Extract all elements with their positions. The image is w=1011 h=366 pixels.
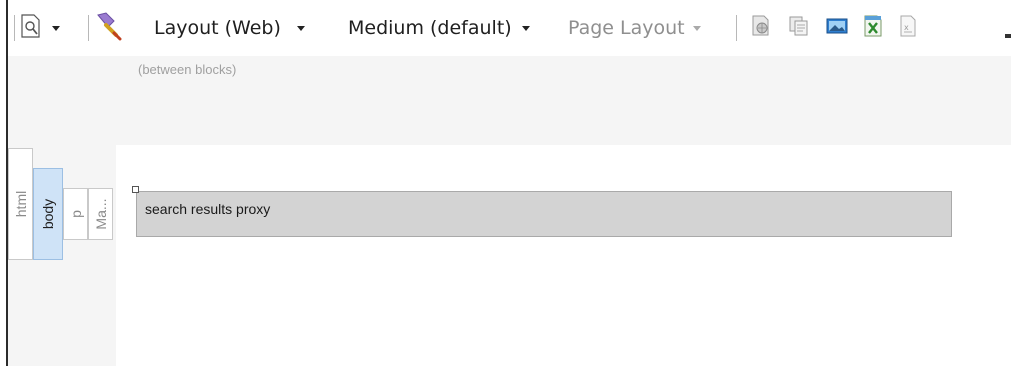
block-resize-handle[interactable] <box>132 186 139 193</box>
web-page-icon <box>750 15 772 42</box>
toolbar-separator <box>736 15 737 41</box>
search-results-proxy-block[interactable]: search results proxy <box>136 191 952 237</box>
page-preview-button[interactable] <box>20 10 60 46</box>
chevron-down-icon <box>521 25 530 31</box>
layout-dropdown[interactable]: Layout (Web) <box>154 10 305 46</box>
style-brush-button[interactable] <box>94 10 126 46</box>
toolbar: Layout (Web) Medium (default) Page Layou… <box>8 0 1011 56</box>
chevron-down-icon <box>692 25 701 31</box>
image-button[interactable] <box>826 10 848 46</box>
excel-file-icon: x <box>898 15 918 42</box>
page-layout-label: Page Layout <box>568 17 685 39</box>
copy-page-button[interactable] <box>788 10 810 46</box>
excel-file-button[interactable]: x <box>898 10 918 46</box>
between-blocks-hint: (between blocks) <box>138 62 237 77</box>
size-label: Medium (default) <box>348 17 512 39</box>
breadcrumb-ma[interactable]: Ma... <box>88 188 113 240</box>
layout-label: Layout (Web) <box>154 17 281 39</box>
breadcrumb-p[interactable]: p <box>63 188 88 240</box>
toolbar-overflow-icon[interactable] <box>1005 34 1011 38</box>
copy-page-icon <box>788 15 810 42</box>
toolbar-separator <box>14 15 15 41</box>
style-brush-icon <box>94 11 126 46</box>
block-label: search results proxy <box>145 201 271 217</box>
designer-frame: Layout (Web) Medium (default) Page Layou… <box>6 0 1011 366</box>
breadcrumb-html[interactable]: html <box>8 148 33 260</box>
toolbar-separator <box>88 15 89 41</box>
breadcrumb-label: html <box>12 190 29 218</box>
breadcrumb-label: Ma... <box>92 198 109 230</box>
breadcrumb-label: p <box>67 210 84 218</box>
page-preview-icon <box>20 13 42 43</box>
chevron-down-icon <box>52 25 60 31</box>
svg-text:x: x <box>904 23 909 32</box>
image-icon <box>826 15 848 42</box>
excel-export-icon <box>862 15 884 42</box>
excel-export-button[interactable] <box>862 10 884 46</box>
chevron-down-icon <box>296 25 305 31</box>
size-dropdown[interactable]: Medium (default) <box>348 10 530 46</box>
web-page-button[interactable] <box>750 10 772 46</box>
breadcrumb-label: body <box>40 198 56 230</box>
design-canvas[interactable] <box>116 145 1011 366</box>
page-layout-dropdown[interactable]: Page Layout <box>568 10 701 46</box>
breadcrumb-body[interactable]: body <box>33 168 63 260</box>
